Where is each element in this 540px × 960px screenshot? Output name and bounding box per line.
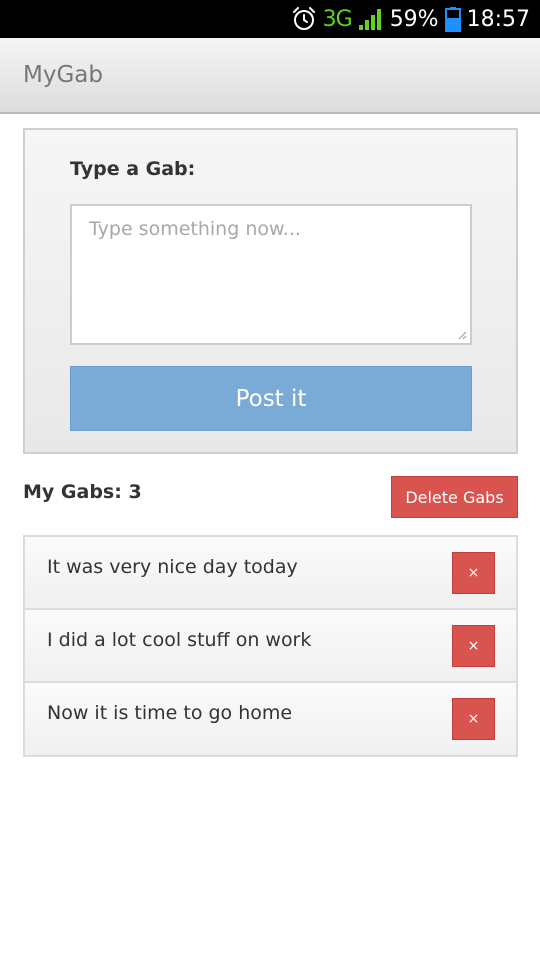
delete-gab-button[interactable]: × bbox=[452, 552, 495, 594]
battery-icon bbox=[444, 6, 461, 32]
compose-label: Type a Gab: bbox=[70, 158, 196, 180]
status-bar: 3G 59% 18:57 bbox=[0, 0, 540, 38]
resize-handle-icon[interactable] bbox=[457, 330, 467, 340]
signal-icon bbox=[358, 7, 384, 31]
gab-textarea[interactable] bbox=[70, 204, 472, 345]
gabs-count: My Gabs: 3 bbox=[23, 481, 142, 503]
network-type: 3G bbox=[322, 6, 353, 32]
alarm-icon bbox=[291, 6, 317, 32]
compose-panel: Type a Gab: Post it bbox=[23, 128, 518, 454]
battery-percent: 59% bbox=[389, 6, 439, 32]
close-icon: × bbox=[467, 638, 480, 654]
gab-text: Now it is time to go home bbox=[47, 702, 293, 724]
close-icon: × bbox=[467, 565, 480, 581]
clock: 18:57 bbox=[466, 6, 530, 32]
status-icons: 3G 59% 18:57 bbox=[291, 0, 530, 38]
app-header: MyGab bbox=[0, 38, 540, 114]
delete-gab-button[interactable]: × bbox=[452, 698, 495, 740]
gab-text: I did a lot cool stuff on work bbox=[47, 629, 312, 651]
gab-list: It was very nice day today × I did a lot… bbox=[23, 535, 518, 757]
list-item: I did a lot cool stuff on work × bbox=[25, 610, 516, 683]
gab-text: It was very nice day today bbox=[47, 556, 298, 578]
list-item: Now it is time to go home × bbox=[25, 683, 516, 755]
close-icon: × bbox=[467, 711, 480, 727]
list-item: It was very nice day today × bbox=[25, 537, 516, 610]
delete-gab-button[interactable]: × bbox=[452, 625, 495, 667]
post-button[interactable]: Post it bbox=[70, 366, 472, 431]
app-title: MyGab bbox=[23, 62, 103, 88]
delete-gabs-button[interactable]: Delete Gabs bbox=[391, 476, 518, 518]
